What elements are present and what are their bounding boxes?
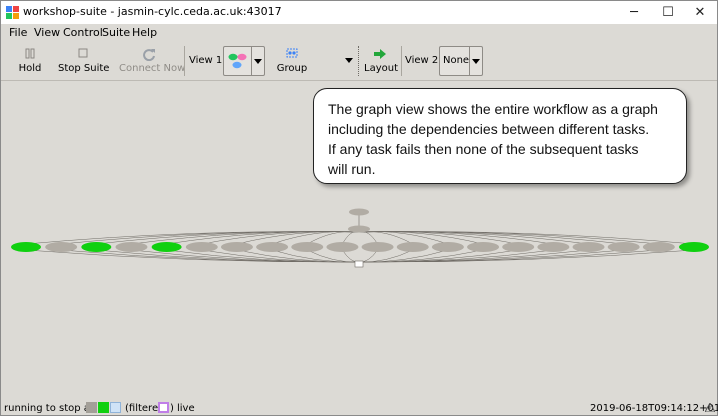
minimize-button[interactable]: ─ [617,1,651,24]
graph-node [11,242,41,252]
graph-node [361,242,394,252]
timestamp: 2019-06-18T09:14:12+01:00 [590,403,718,414]
stop-suite-label: Stop Suite [58,63,110,74]
application-window: workshop-suite - jasmin-cylc.ceda.ac.uk:… [0,0,718,416]
graph-node [431,242,464,252]
graph-node [81,242,112,252]
graph-node [185,242,218,252]
graph-node [220,242,253,252]
filter-swatch[interactable] [158,402,169,413]
chevron-down-icon[interactable] [469,47,482,75]
layout-button[interactable]: Layout [362,44,400,78]
graph-node [115,242,148,252]
warning-icon[interactable] [705,403,715,412]
menu-suite[interactable]: Suite [102,26,130,39]
menu-file[interactable]: File [9,26,27,39]
graph-node [348,225,370,233]
graph-node [679,242,709,252]
hold-label: Hold [18,63,42,74]
app-icon [6,6,19,19]
filtered-close: ) [170,403,174,414]
graph-node [256,242,289,252]
graph-node [291,242,324,252]
menu-help[interactable]: Help [132,26,157,39]
chevron-down-icon[interactable] [251,47,264,75]
graph-canvas[interactable]: The graph view shows the entire workflow… [1,81,717,399]
title-bar: workshop-suite - jasmin-cylc.ceda.ac.uk:… [1,1,717,24]
live-status: live [177,403,195,414]
callout-line: will run. [328,161,376,177]
view2-value: None [443,55,470,66]
stop-suite-button[interactable]: Stop Suite [58,44,110,78]
state-swatch-succeeded[interactable] [98,402,109,413]
graph-node [607,242,640,252]
connect-now-label: Connect Now [119,63,186,74]
menu-control[interactable]: Control [63,26,103,39]
state-swatch-queued[interactable] [110,402,121,413]
graph-edge [358,231,413,245]
layout-label: Layout [364,63,398,74]
view1-selector[interactable] [223,46,265,76]
graph-node [642,242,675,252]
group-dropdown[interactable] [341,46,355,74]
callout-line: If any task fails then none of the subse… [328,141,639,157]
graph-node [326,242,359,252]
graph-node [354,260,364,268]
graph-edge [307,249,360,263]
maximize-button[interactable]: ☐ [651,1,685,24]
view2-selector[interactable]: None [439,46,483,76]
view1-label: View 1: [189,55,226,66]
group-button[interactable]: Group [269,44,315,78]
pause-icon [25,48,35,59]
connect-now-button[interactable]: Connect Now [119,44,186,78]
callout-line: including the dependencies between diffe… [328,121,650,137]
refresh-icon [143,49,155,61]
group-label: Group [276,63,308,74]
graph-node [45,242,78,252]
state-swatch-waiting[interactable] [86,402,97,413]
tutorial-callout: The graph view shows the entire workflow… [313,88,687,184]
graph-node [467,242,500,252]
toolbar: Hold Stop Suite Connect Now View 1: Grou… [1,42,717,81]
callout-text: The graph view shows the entire workflow… [328,99,678,179]
graph-node [349,208,369,216]
close-button[interactable]: ✕ [683,1,717,24]
window-title: workshop-suite - jasmin-cylc.ceda.ac.uk:… [23,5,282,18]
graph-node [396,242,429,252]
layout-icon [374,49,386,59]
chevron-down-icon[interactable] [343,46,355,74]
toolbar-separator [401,46,402,76]
menu-view[interactable]: View [34,26,60,39]
graph-node [572,242,605,252]
status-bar: running to stop at 1 (filtered: ) live 2… [1,399,718,415]
callout-line: The graph view shows the entire workflow… [328,101,658,117]
hold-button[interactable]: Hold [9,44,51,78]
menu-bar: File View Control Suite Help [1,24,717,42]
graph-edge [358,231,519,245]
stop-icon [78,48,88,58]
toolbar-grip[interactable] [358,46,361,76]
graph-node [502,242,535,252]
graph-node [537,242,570,252]
graph-view-icon [228,53,247,69]
group-icon [286,48,298,58]
graph-node [151,242,182,252]
view2-label: View 2: [405,55,442,66]
toolbar-separator [184,46,185,76]
